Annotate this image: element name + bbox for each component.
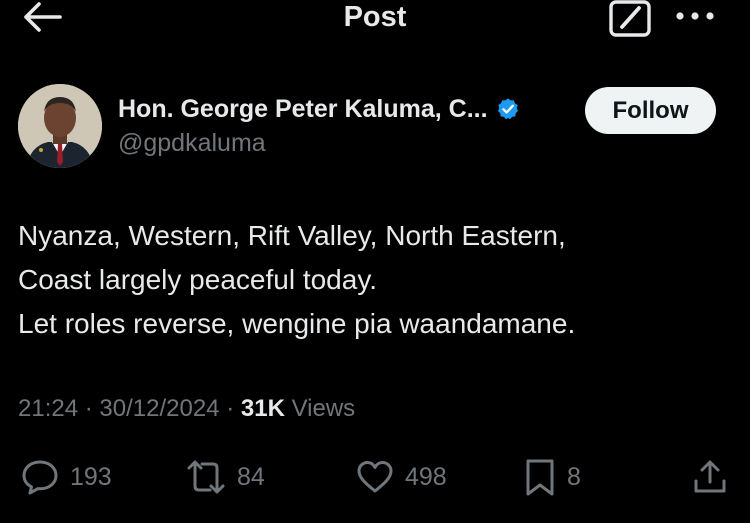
reply-button[interactable]: 193 <box>20 455 112 499</box>
tweet-line: Coast largely peaceful today. <box>18 264 378 295</box>
tweet-text: Nyanza, Western, Rift Valley, North East… <box>18 214 718 346</box>
tweet-meta: 21:24 · 30/12/2024 · 31K Views <box>18 395 355 423</box>
author-handle[interactable]: @gpdkaluma <box>118 129 266 158</box>
reply-icon <box>22 460 58 495</box>
like-button[interactable]: 498 <box>355 455 447 499</box>
follow-button[interactable]: Follow <box>585 87 716 134</box>
bookmark-button[interactable]: 8 <box>523 455 581 499</box>
repost-icon <box>187 460 225 494</box>
reply-count: 193 <box>70 462 112 491</box>
meta-separator: · <box>226 395 235 422</box>
author-display-name[interactable]: Hon. George Peter Kaluma, C... <box>118 95 488 124</box>
meta-separator: · <box>84 395 93 422</box>
views-label: Views <box>291 395 356 422</box>
avatar[interactable] <box>18 84 102 168</box>
avatar-image <box>18 84 102 168</box>
more-horizontal-icon <box>676 12 714 20</box>
heart-icon <box>357 461 393 493</box>
author-name-row: Hon. George Peter Kaluma, C... <box>118 92 520 126</box>
top-bar: Post <box>0 0 750 42</box>
views-count[interactable]: 31K <box>241 395 285 422</box>
repost-count: 84 <box>237 462 265 491</box>
tweet-line: Let roles reverse, wengine pia waandaman… <box>18 308 576 339</box>
share-icon <box>694 460 726 493</box>
compose-icon <box>609 0 651 37</box>
verified-badge-icon <box>497 98 518 120</box>
share-button[interactable] <box>690 455 730 499</box>
tweet-date[interactable]: 30/12/2024 <box>99 395 219 422</box>
more-options-button[interactable] <box>672 4 718 28</box>
tweet-line: Nyanza, Western, Rift Valley, North East… <box>18 220 566 251</box>
action-bar: 193 84 498 8 <box>0 455 750 499</box>
repost-button[interactable]: 84 <box>185 455 265 499</box>
bookmark-count: 8 <box>567 462 581 491</box>
like-count: 498 <box>405 462 447 491</box>
tweet-time[interactable]: 21:24 <box>18 395 78 422</box>
compose-button[interactable] <box>608 0 654 40</box>
bookmark-icon <box>526 459 554 496</box>
